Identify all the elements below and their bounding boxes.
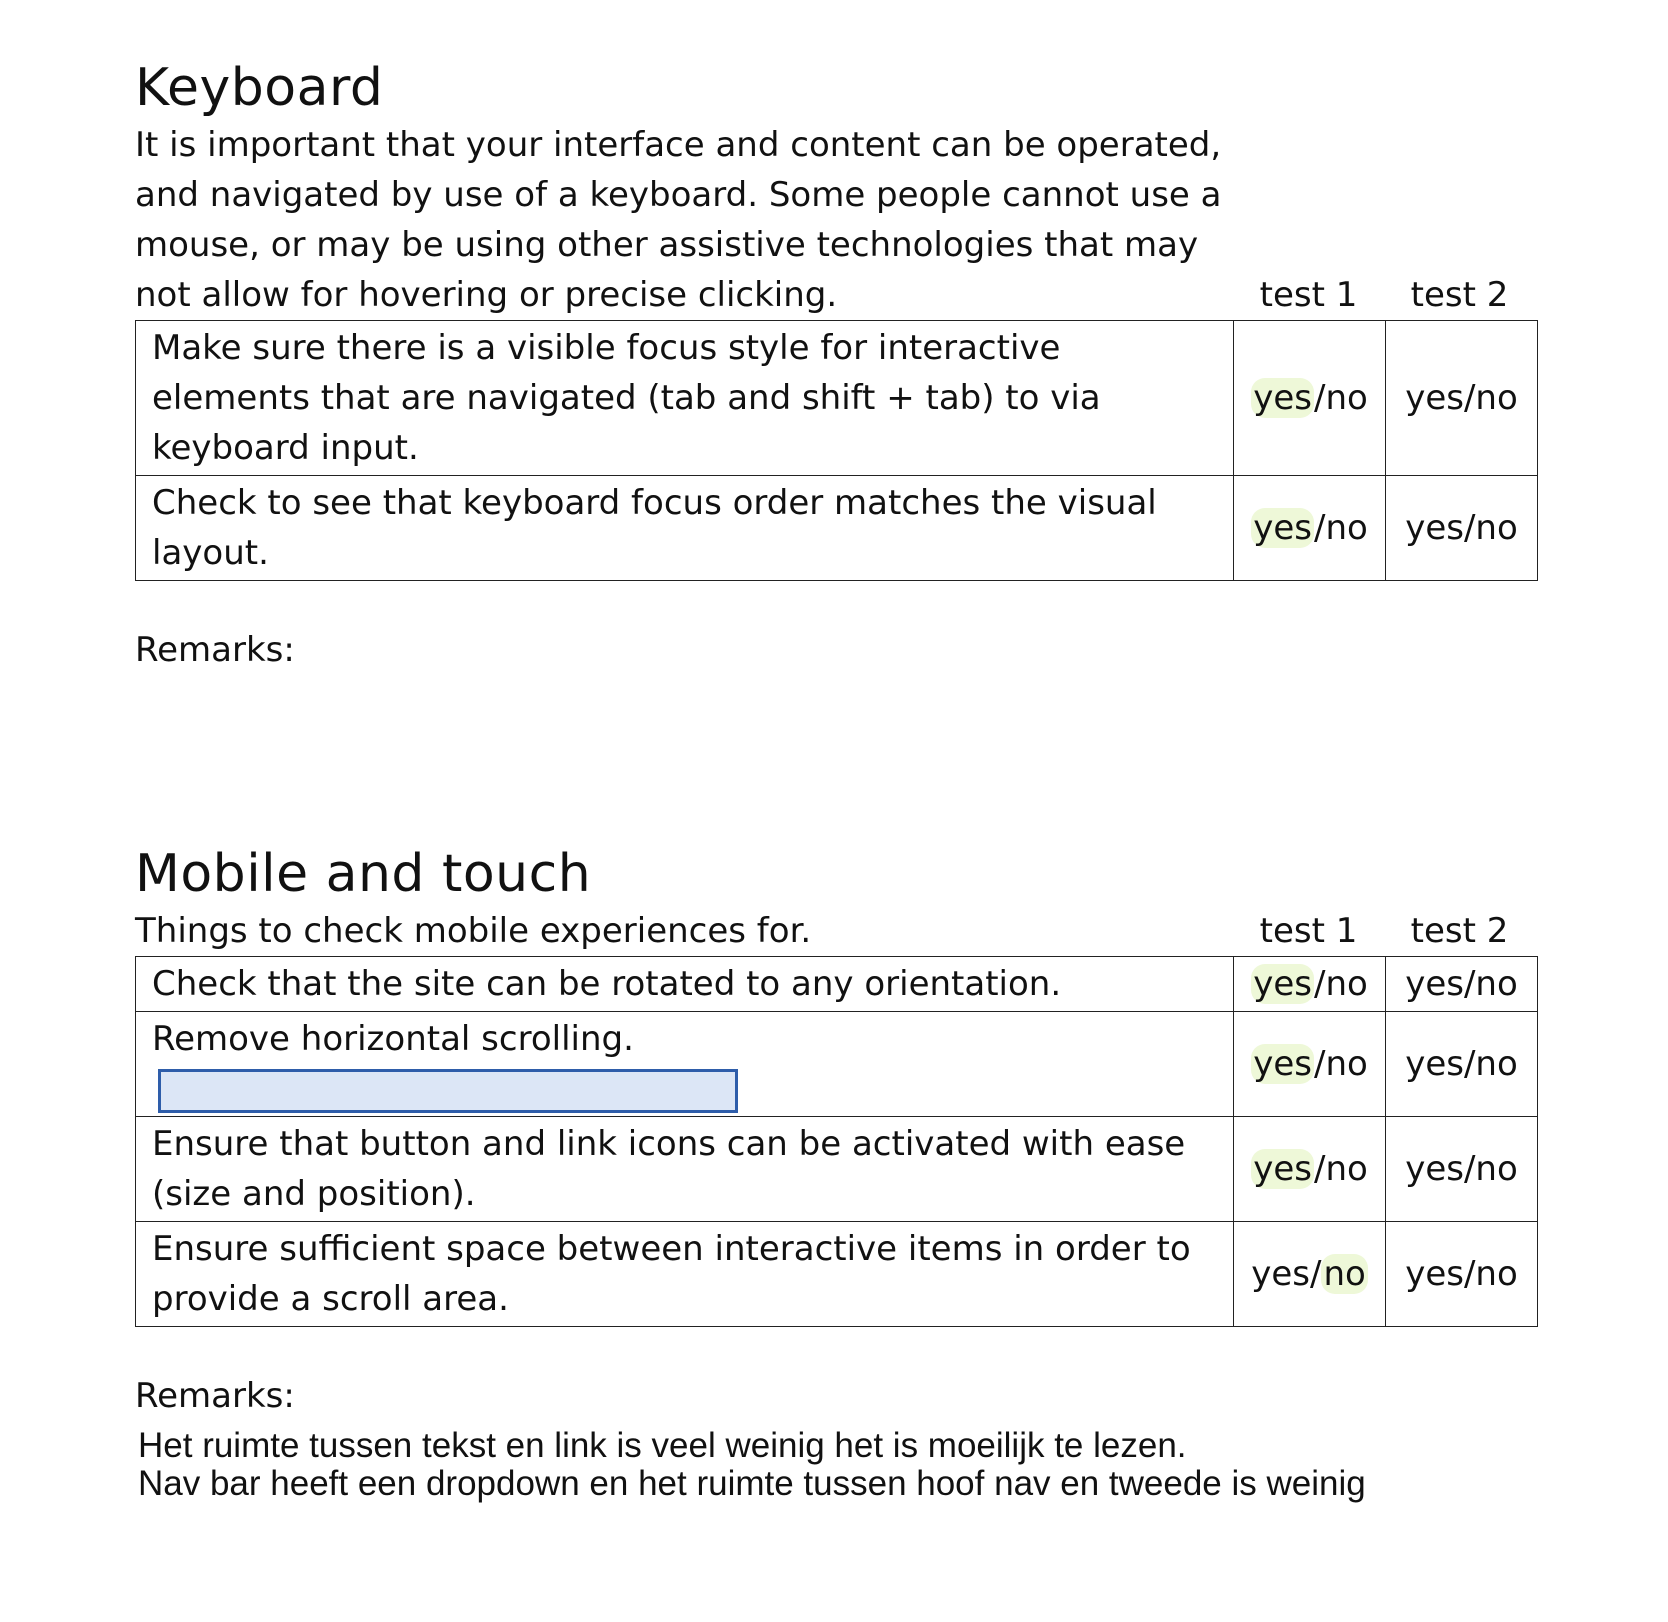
test1-answer[interactable]: yes/no: [1233, 1221, 1386, 1327]
test1-answer[interactable]: yes/no: [1233, 1011, 1386, 1117]
keyboard-checklist-table: Make sure there is a visible focus style…: [135, 320, 1538, 581]
answer-separator: /: [1313, 1149, 1326, 1189]
answer-yes[interactable]: yes: [1251, 1254, 1310, 1294]
keyboard-intro: It is important that your interface and …: [135, 125, 1222, 315]
keyboard-test1-header: test 1: [1259, 275, 1358, 315]
table-row: Remove horizontal scrolling. yes/no yes/…: [135, 1011, 1538, 1117]
test1-answer[interactable]: yes/no: [1233, 320, 1386, 476]
check-description: Remove horizontal scrolling.: [152, 1019, 634, 1059]
test2-answer[interactable]: yes/no: [1385, 320, 1538, 476]
check-description: Ensure sufficient space between interact…: [135, 1221, 1234, 1327]
mobile-remarks-label: Remarks:: [135, 1376, 295, 1416]
answer-yes[interactable]: yes: [1251, 378, 1314, 418]
check-description: Ensure that button and link icons can be…: [135, 1116, 1234, 1222]
answer-yes[interactable]: yes: [1251, 508, 1314, 548]
test2-answer[interactable]: yes/no: [1385, 1116, 1538, 1222]
mobile-intro: Things to check mobile experiences for.: [135, 911, 812, 951]
mobile-test2-header: test 2: [1410, 911, 1509, 951]
table-row: Ensure sufficient space between interact…: [135, 1221, 1538, 1327]
answer-separator: /: [1309, 1254, 1322, 1294]
answer-no[interactable]: no: [1325, 964, 1367, 1004]
mobile-checklist-table: Check that the site can be rotated to an…: [135, 956, 1538, 1327]
answer-no[interactable]: no: [1325, 1149, 1367, 1189]
keyboard-test2-header: test 2: [1410, 275, 1509, 315]
answer-separator: /: [1313, 964, 1326, 1004]
answer-yes[interactable]: yes: [1251, 1044, 1314, 1084]
test2-answer[interactable]: yes/no: [1385, 475, 1538, 581]
keyboard-intro-row: It is important that your interface and …: [135, 120, 1535, 320]
focus-highlight-box[interactable]: [158, 1068, 738, 1113]
test2-answer[interactable]: yes/no: [1385, 956, 1538, 1012]
keyboard-heading: Keyboard: [135, 58, 384, 118]
answer-no[interactable]: no: [1321, 1254, 1368, 1294]
answer-no[interactable]: no: [1325, 1044, 1367, 1084]
check-description: Check that the site can be rotated to an…: [135, 956, 1234, 1012]
check-description: Make sure there is a visible focus style…: [135, 320, 1234, 476]
test2-answer[interactable]: yes/no: [1385, 1221, 1538, 1327]
remarks-line: Nav bar heeft een dropdown en het ruimte…: [138, 1464, 1366, 1503]
remarks-line: Het ruimte tussen tekst en link is veel …: [138, 1426, 1187, 1465]
check-description: Check to see that keyboard focus order m…: [135, 475, 1234, 581]
mobile-test1-header: test 1: [1259, 911, 1358, 951]
mobile-remarks-body[interactable]: Het ruimte tussen tekst en link is veel …: [135, 1427, 1535, 1503]
test1-answer[interactable]: yes/no: [1233, 956, 1386, 1012]
mobile-heading: Mobile and touch: [135, 844, 592, 904]
table-row: Make sure there is a visible focus style…: [135, 320, 1538, 476]
answer-yes[interactable]: yes: [1251, 1149, 1314, 1189]
test1-answer[interactable]: yes/no: [1233, 475, 1386, 581]
answer-no[interactable]: no: [1325, 508, 1367, 548]
answer-no[interactable]: no: [1325, 378, 1367, 418]
answer-separator: /: [1313, 1044, 1326, 1084]
answer-yes[interactable]: yes: [1251, 964, 1314, 1004]
test1-answer[interactable]: yes/no: [1233, 1116, 1386, 1222]
keyboard-remarks-label: Remarks:: [135, 630, 295, 670]
table-row: Check to see that keyboard focus order m…: [135, 475, 1538, 581]
keyboard-section: Keyboard It is important that your inter…: [135, 56, 1538, 675]
mobile-section: Mobile and touch Things to check mobile …: [135, 842, 1538, 1503]
table-row: Ensure that button and link icons can be…: [135, 1116, 1538, 1222]
mobile-intro-row: Things to check mobile experiences for. …: [135, 906, 1535, 956]
answer-separator: /: [1313, 378, 1326, 418]
table-row: Check that the site can be rotated to an…: [135, 956, 1538, 1012]
check-description-cell: Remove horizontal scrolling.: [135, 1011, 1234, 1117]
test2-answer[interactable]: yes/no: [1385, 1011, 1538, 1117]
answer-separator: /: [1313, 508, 1326, 548]
